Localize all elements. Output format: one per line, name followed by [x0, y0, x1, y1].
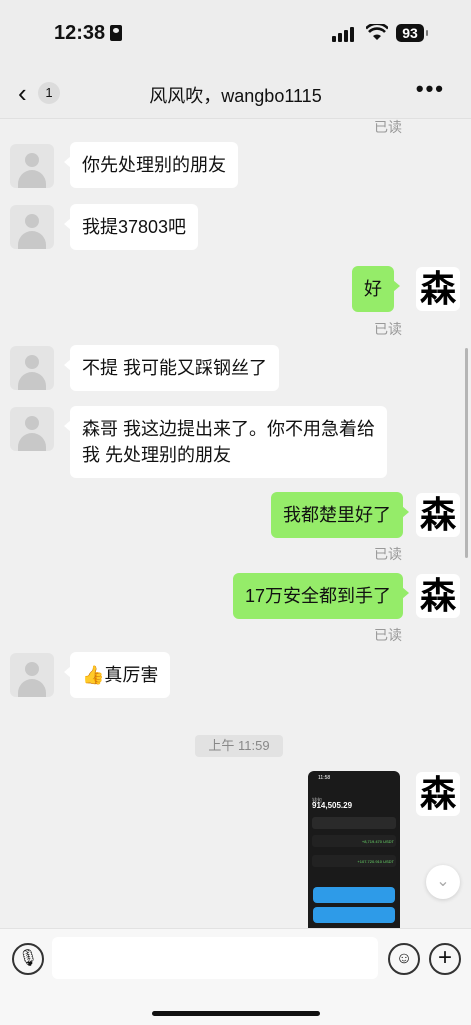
contact-avatar[interactable] — [10, 653, 54, 697]
contact-avatar[interactable] — [10, 346, 54, 390]
message-list[interactable]: 已读 你先处理别的朋友 我提37803吧 好 森 已读 不提 我可能又踩钢丝了 … — [0, 119, 471, 928]
input-bar: 🎙 ☺ + — [0, 928, 471, 1025]
message-bubble-out[interactable]: 我都楚里好了 — [271, 492, 409, 538]
read-receipt: 已读 — [374, 627, 402, 643]
message-bubble-in[interactable]: 森哥 我这边提出来了。你不用急着给 我 先处理别的朋友 — [64, 406, 387, 478]
wifi-icon — [366, 24, 388, 40]
id-card-icon — [110, 25, 122, 41]
message-bubble-in[interactable]: 不提 我可能又踩钢丝了 — [64, 345, 279, 391]
scroll-down-icon[interactable]: ⌄ — [426, 865, 460, 899]
chat-header: ‹ 1 风风吹，wangbo1115 ••• — [0, 68, 471, 119]
chat-title: 风风吹，wangbo1115 — [149, 86, 322, 106]
my-avatar[interactable]: 森 — [416, 267, 460, 311]
contact-avatar[interactable] — [10, 205, 54, 249]
message-input[interactable] — [52, 937, 378, 979]
screenshot-card — [313, 907, 395, 923]
read-receipt: 已读 — [374, 119, 402, 135]
screenshot-row — [312, 817, 396, 829]
message-bubble-in[interactable]: 我提37803吧 — [63, 204, 199, 250]
signal-icon — [332, 26, 358, 42]
message-bubble-in[interactable]: 你先处理别的朋友 — [64, 142, 238, 188]
plus-icon[interactable]: + — [429, 943, 461, 975]
status-bar: 12:38 93 — [0, 0, 471, 68]
message-bubble-out[interactable]: 好 — [352, 266, 400, 312]
contact-avatar[interactable] — [10, 144, 54, 188]
screenshot-balance: 914,505.29 — [312, 801, 353, 810]
home-indicator[interactable] — [152, 1011, 320, 1016]
status-time: 12:38 — [54, 22, 106, 44]
scrollbar[interactable] — [465, 348, 468, 558]
read-receipt: 已读 — [374, 546, 402, 562]
my-avatar[interactable]: 森 — [416, 493, 460, 537]
microphone-icon[interactable]: 🎙 — [12, 943, 44, 975]
read-receipt: 已读 — [374, 321, 402, 337]
screenshot-amount: +107.720.910 USDT — [357, 859, 394, 864]
my-avatar[interactable]: 森 — [416, 574, 460, 618]
more-icon[interactable]: ••• — [416, 76, 445, 102]
chat-timestamp: 上午 11:59 — [195, 735, 283, 757]
battery-icon: 93 — [396, 24, 428, 42]
screenshot-status-time: 11:58 — [318, 775, 331, 781]
contact-avatar[interactable] — [10, 407, 54, 451]
back-chevron-icon[interactable]: ‹ — [18, 80, 27, 106]
my-avatar[interactable]: 森 — [416, 772, 460, 816]
message-bubble-out[interactable]: 17万安全都到手了 — [233, 573, 410, 619]
unread-count-badge[interactable]: 1 — [38, 82, 60, 104]
screenshot-amount: +8,719.470 USDT — [361, 839, 394, 844]
image-message[interactable]: 11:58 钱包 914,505.29 +8,719.470 USDT +107… — [308, 771, 400, 928]
message-bubble-in[interactable]: 👍真厉害 — [63, 652, 171, 698]
screenshot-card — [313, 887, 395, 903]
emoji-icon[interactable]: ☺ — [388, 943, 420, 975]
